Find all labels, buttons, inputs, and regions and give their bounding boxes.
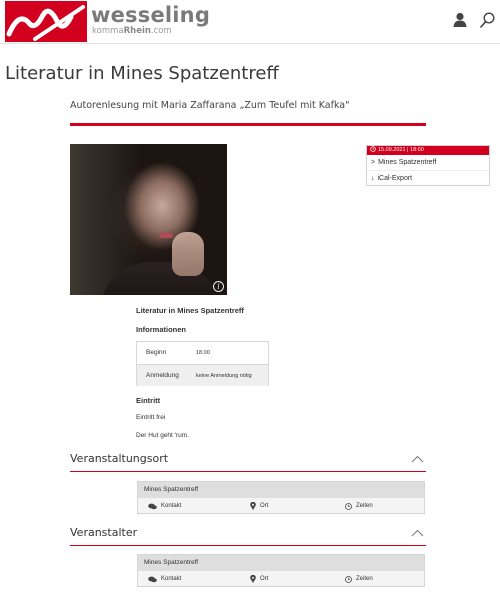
event-photo: i (70, 144, 227, 295)
organizer-card: Mines Spatzentreff Kontakt Ort Zeiten (137, 554, 425, 587)
admission-heading: Eintritt (136, 396, 161, 405)
ical-export-link[interactable]: ↓ iCal-Export (367, 170, 489, 185)
user-icon[interactable] (453, 12, 467, 32)
photo-lips (159, 233, 173, 238)
contact-button[interactable]: Kontakt (148, 498, 181, 514)
info-value: keine Anmeldung nötig (196, 373, 252, 379)
info-key: Beginn (146, 349, 167, 356)
venue-link[interactable]: > Mines Spatzentreff (367, 155, 489, 170)
clock-icon (345, 502, 352, 510)
contact-button[interactable]: Kontakt (148, 571, 181, 587)
event-subtitle: Autorenlesung mit Maria Zaffarana „Zum T… (70, 100, 350, 111)
event-date-box: 15.09.2021 | 18:00 > Mines Spatzentreff ↓… (366, 145, 490, 186)
card-title: Mines Spatzentreff (138, 555, 424, 571)
details-title: Literatur in Mines Spatzentreff (136, 306, 244, 315)
map-pin-icon (250, 502, 256, 510)
venue-section-toggle[interactable]: Veranstaltungsort (70, 450, 426, 472)
card-title: Mines Spatzentreff (138, 482, 424, 498)
event-date: 15.09.2021 | 18:00 (367, 146, 489, 155)
download-icon: ↓ (371, 175, 375, 182)
info-row-start: Beginn 18.00 (137, 342, 268, 364)
chat-icon (148, 576, 157, 582)
chat-icon (148, 503, 157, 509)
brand-subline: kommaRhein.com (92, 26, 172, 36)
chevron-up-icon (411, 529, 424, 537)
info-row-registration: Anmeldung keine Anmeldung nötig (137, 364, 268, 386)
image-info-icon[interactable]: i (213, 281, 224, 292)
photo-hand (172, 232, 204, 276)
map-pin-icon (250, 575, 256, 583)
logo-wordmark[interactable]: wesseling kommaRhein.com (91, 4, 210, 36)
info-value: 18.00 (196, 350, 210, 356)
site-header: wesseling kommaRhein.com (0, 0, 500, 44)
info-table: Beginn 18.00 Anmeldung keine Anmeldung n… (136, 341, 269, 386)
venue-card: Mines Spatzentreff Kontakt Ort Zeiten (137, 481, 425, 514)
clock-icon (370, 146, 376, 152)
clock-icon (345, 575, 352, 583)
organizer-section-toggle[interactable]: Veranstalter (70, 524, 426, 546)
location-button[interactable]: Ort (250, 498, 268, 514)
location-button[interactable]: Ort (250, 571, 268, 587)
page-title: Literatur in Mines Spatzentreff (5, 63, 279, 84)
brand-name: wesseling (91, 3, 211, 27)
title-divider (70, 123, 426, 126)
chevron-up-icon (411, 455, 424, 463)
admission-line: Der Hut geht 'rum. (136, 432, 189, 439)
hours-button[interactable]: Zeiten (345, 571, 373, 587)
logo-mark[interactable] (5, 1, 87, 42)
info-key: Anmeldung (146, 372, 179, 379)
section-title: Veranstalter (70, 526, 138, 539)
section-title: Veranstaltungsort (70, 452, 169, 465)
admission-line: Eintritt frei (136, 414, 166, 421)
hours-button[interactable]: Zeiten (345, 498, 373, 514)
chevron-right-icon: > (371, 159, 376, 166)
search-icon[interactable] (480, 12, 495, 33)
info-heading: Informationen (136, 325, 186, 334)
